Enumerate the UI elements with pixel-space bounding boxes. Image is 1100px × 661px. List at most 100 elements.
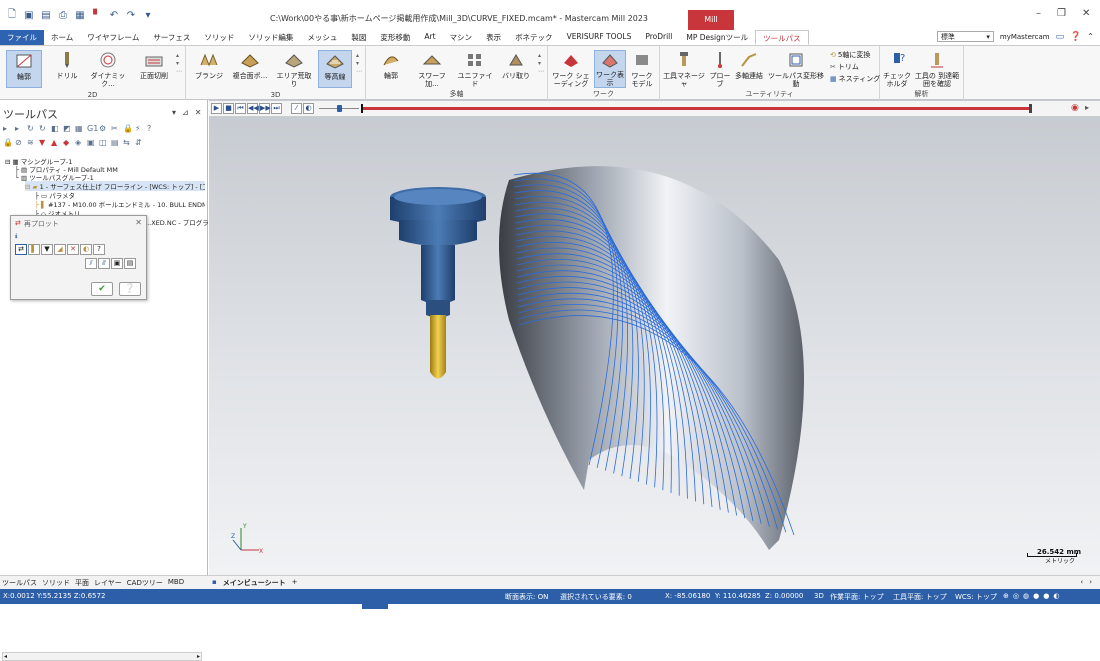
progress-marker-start[interactable]: [361, 104, 363, 113]
scroll-left-icon[interactable]: ◂: [4, 653, 7, 660]
collapse-ribbon-icon[interactable]: ⌃: [1087, 32, 1094, 41]
holder-display-icon[interactable]: ▼: [41, 244, 53, 255]
tab-5[interactable]: ソリッド編集: [241, 30, 300, 45]
toolpath-display-icon[interactable]: ⇄: [15, 244, 27, 255]
z-coordinate[interactable]: Z: 0.00000: [765, 592, 803, 600]
button-deburr[interactable]: バリ取り: [500, 50, 532, 80]
manager-tab-4[interactable]: CADツリー: [127, 578, 163, 588]
regenerate-dirty-icon[interactable]: ↻: [39, 124, 48, 133]
button-contour-3d[interactable]: 等高線: [318, 50, 352, 88]
minimize-icon[interactable]: –: [1036, 8, 1041, 19]
sheet-next-icon[interactable]: ›: [1089, 578, 1092, 586]
print-preview-icon[interactable]: ▦: [74, 9, 86, 21]
tab-7[interactable]: 製図: [344, 30, 373, 45]
tab-10[interactable]: マシン: [443, 30, 480, 45]
ok-button[interactable]: ✔: [91, 282, 113, 296]
sheet-prev-icon[interactable]: ‹: [1080, 578, 1083, 586]
button-check-holder[interactable]: ? チェック ホルダ: [882, 50, 912, 88]
manager-tab-5[interactable]: MBD: [168, 578, 184, 588]
manager-tab-0[interactable]: ツールパス: [2, 578, 37, 588]
view-sphere-icon[interactable]: ◎: [1013, 592, 1019, 600]
view-gnomon-icon[interactable]: ⊕: [1003, 592, 1009, 600]
view-translucent-icon[interactable]: ◐: [1053, 592, 1059, 600]
tool-plane[interactable]: 工具平面: トップ: [893, 592, 947, 602]
tab-6[interactable]: メッシュ: [300, 30, 344, 45]
button-multi-contour[interactable]: 輪郭: [376, 50, 406, 80]
button-multiaxis-link[interactable]: 多軸連結: [734, 50, 764, 80]
step-forward-icon[interactable]: ▶▶: [259, 103, 271, 114]
close-icon[interactable]: ✕: [1082, 8, 1090, 19]
group-display-icon[interactable]: ▤: [111, 138, 120, 147]
save-as-icon[interactable]: ▤: [40, 9, 52, 21]
lock-selected-icon[interactable]: 🔒: [3, 138, 13, 147]
highlight-icon[interactable]: ▘: [91, 9, 103, 21]
replot-close-icon[interactable]: ✕: [135, 218, 142, 227]
tab-0[interactable]: ファイル: [0, 30, 44, 45]
button-contour-2d[interactable]: 輪郭: [6, 50, 42, 88]
tab-16[interactable]: ツールパス: [755, 30, 809, 45]
account-label[interactable]: myMastercam: [1000, 33, 1050, 41]
redo-icon[interactable]: ↷: [125, 9, 137, 21]
view-wire-icon[interactable]: ◍: [1023, 592, 1029, 600]
undo-icon[interactable]: ↶: [108, 9, 120, 21]
insert-arrow-icon[interactable]: ◆: [63, 138, 72, 147]
mode-select[interactable]: 標準 ▾: [936, 31, 994, 42]
button-check-reach[interactable]: 工具の 到達範囲を確認: [912, 50, 962, 88]
view-light-icon[interactable]: ●: [1043, 592, 1049, 600]
compare-icon[interactable]: ⇆: [123, 138, 132, 147]
rapid-icon[interactable]: ◢: [54, 244, 66, 255]
section-view-status[interactable]: 断面表示: ON: [505, 592, 548, 602]
delete-icon[interactable]: ✂: [111, 124, 120, 133]
wcs[interactable]: WCS: トップ: [955, 592, 997, 602]
button-dynamic[interactable]: ダイナミック...: [88, 50, 128, 88]
select-invalid-icon[interactable]: ▸: [15, 124, 24, 133]
manager-tab-1[interactable]: ソリッド: [42, 578, 70, 588]
trim[interactable]: ✂ トリム: [830, 62, 859, 72]
graphics-viewport[interactable]: Y X Z 26.542 mm メトリック: [209, 100, 1100, 575]
info-icon[interactable]: ?: [93, 244, 105, 255]
button-stock-shading[interactable]: ワーク シェーディング: [552, 50, 590, 88]
close-panel-icon[interactable]: ✕: [195, 108, 202, 117]
simulate-icon[interactable]: ▦: [75, 124, 84, 133]
post-icon[interactable]: G1: [87, 124, 98, 133]
display-mode-icon[interactable]: ◐: [303, 103, 314, 114]
gallery-scroll-multi[interactable]: ▴ ▾ ⋯: [538, 52, 545, 76]
play-icon[interactable]: ▶: [211, 103, 222, 114]
button-unified[interactable]: ユニファイド: [456, 50, 494, 88]
collision-icon[interactable]: ◉: [1071, 103, 1079, 113]
button-drill[interactable]: ドリル: [52, 50, 82, 80]
single-display-icon[interactable]: ▣: [87, 138, 96, 147]
view-shade-icon[interactable]: ●: [1033, 592, 1039, 600]
mode-3d[interactable]: 3D: [814, 592, 824, 600]
button-multisurface[interactable]: 複合面ポ...: [230, 50, 270, 80]
add-sheet-icon[interactable]: +: [292, 578, 298, 588]
lock-icon[interactable]: 🔒: [123, 124, 133, 133]
x-coordinate[interactable]: X: -85.06180: [665, 592, 710, 600]
gallery-scroll[interactable]: ▴ ▾ ⋯: [176, 52, 183, 76]
convert-5axis[interactable]: ⟲ 5軸に変換: [830, 50, 870, 60]
sheet-tab-main[interactable]: メインビューシート: [223, 578, 286, 588]
button-area-rough[interactable]: エリア荒取り: [274, 50, 314, 88]
backplot-icon[interactable]: ◧: [51, 124, 60, 133]
button-tool-manager[interactable]: 工具マネージャ: [662, 50, 706, 88]
move-down-icon[interactable]: ▼: [39, 138, 48, 147]
tab-11[interactable]: 表示: [479, 30, 508, 45]
y-coordinate[interactable]: Y: 110.46285: [715, 592, 761, 600]
tab-4[interactable]: ソリッド: [197, 30, 241, 45]
stop-icon[interactable]: ■: [223, 103, 234, 114]
options-icon[interactable]: ▸: [1085, 103, 1089, 112]
button-probe[interactable]: プローブ: [708, 50, 732, 88]
toolpath-filter-icon[interactable]: ⫽: [85, 258, 97, 269]
step-back-icon[interactable]: ◀◀: [247, 103, 259, 114]
hsm-icon[interactable]: ⚙: [99, 124, 108, 133]
nesting[interactable]: ▦ ネスティング: [830, 74, 880, 84]
progress-marker-end[interactable]: [1029, 104, 1032, 113]
scroll-to-icon[interactable]: ◈: [75, 138, 84, 147]
tab-15[interactable]: MP Designツール: [679, 30, 755, 45]
tab-14[interactable]: ProDrill: [638, 30, 679, 45]
expand-icon[interactable]: ⯯: [14, 232, 18, 241]
save-icon[interactable]: ▣: [23, 9, 35, 21]
speed-slider-thumb[interactable]: [337, 105, 342, 112]
regenerate-icon[interactable]: ↻: [27, 124, 36, 133]
scroll-right-icon[interactable]: ▸: [197, 653, 200, 660]
